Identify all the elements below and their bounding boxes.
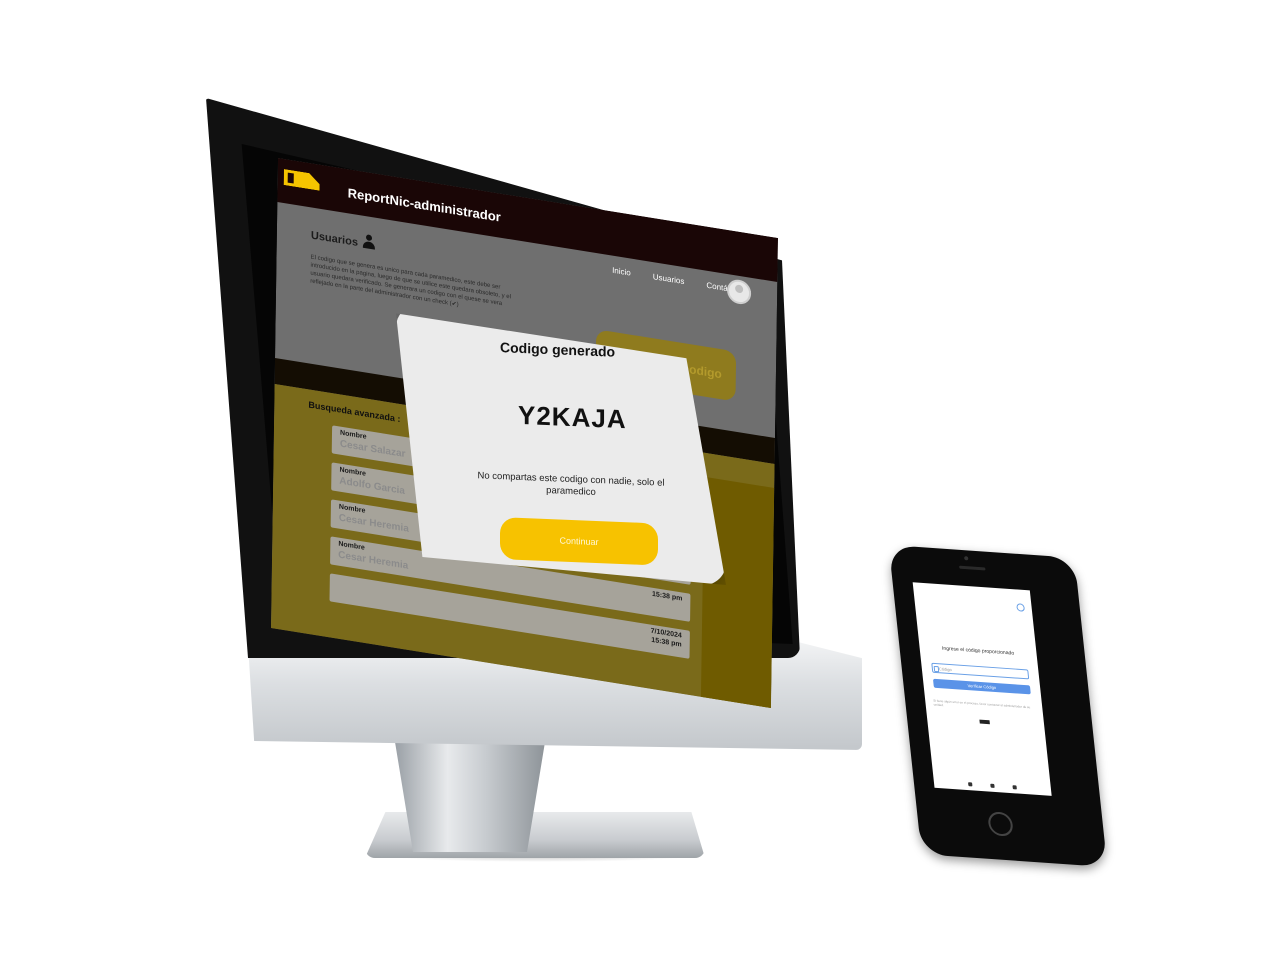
phone-device: Ingrese el código proporcionado Código V… (888, 544, 1108, 868)
settings-icon[interactable] (1016, 603, 1026, 612)
logo-icon[interactable] (284, 169, 320, 191)
home-icon[interactable] (990, 783, 995, 788)
recents-icon[interactable] (1012, 785, 1017, 790)
phone-note: Si tiene algún error en el proceso, favo… (933, 698, 1031, 710)
phone-screen: Ingrese el código proporcionado Código V… (912, 582, 1052, 796)
timestamp: 7/10/2024 15:38 pm (650, 627, 682, 650)
code-input-placeholder: Código (938, 666, 952, 673)
modal-title: Codigo generado (500, 339, 616, 360)
app-logo-icon (979, 719, 990, 725)
monitor-stand-neck (395, 742, 545, 852)
code-modal-content: Codigo generado Y2KAJA No compartas este… (396, 305, 726, 598)
home-button[interactable] (987, 811, 1014, 837)
continue-button[interactable]: Continuar (500, 517, 658, 566)
lock-icon (933, 665, 940, 673)
user-icon (362, 234, 375, 250)
camera-icon (964, 556, 969, 561)
speaker-grille (959, 565, 986, 571)
phone-title: Ingrese el código proporcionado (941, 645, 1015, 657)
back-icon[interactable] (968, 782, 973, 787)
code-input[interactable]: Código (931, 662, 1030, 680)
generated-code: Y2KAJA (518, 399, 627, 435)
phone-system-nav (934, 780, 1052, 792)
modal-warning: No compartas este codigo con nadie, solo… (477, 470, 665, 498)
verify-code-button[interactable]: Verificar Código (932, 678, 1031, 695)
